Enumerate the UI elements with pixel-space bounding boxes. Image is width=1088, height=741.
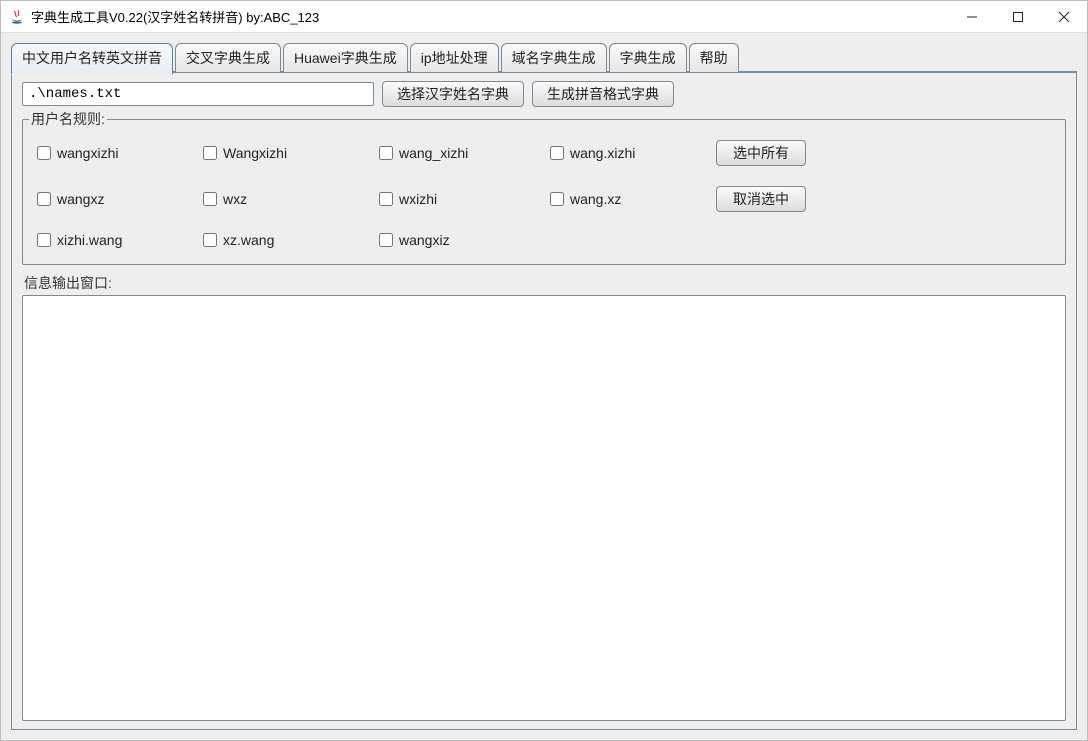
content-area: 中文用户名转英文拼音 交叉字典生成 Huawei字典生成 ip地址处理 域名字典… <box>1 33 1087 740</box>
rule-checkbox[interactable]: wangxiz <box>379 232 544 248</box>
select-all-button[interactable]: 选中所有 <box>716 140 806 166</box>
checkbox-icon[interactable] <box>550 192 564 206</box>
tab-huawei-dict[interactable]: Huawei字典生成 <box>283 43 408 72</box>
rule-checkbox[interactable]: xizhi.wang <box>37 232 197 248</box>
rules-group-label: 用户名规则: <box>29 109 107 129</box>
rule-label: xizhi.wang <box>57 232 122 248</box>
rule-checkbox[interactable]: wangxizhi <box>37 145 197 161</box>
rule-checkbox[interactable]: Wangxizhi <box>203 145 373 161</box>
rules-grid: wangxizhi Wangxizhi wang_xizhi wang.xizh… <box>33 136 1055 254</box>
rule-checkbox[interactable]: wxizhi <box>379 191 544 207</box>
checkbox-icon[interactable] <box>37 233 51 247</box>
minimize-button[interactable] <box>949 1 995 32</box>
choose-dict-button[interactable]: 选择汉字姓名字典 <box>382 81 524 107</box>
rule-label: wang.xz <box>570 191 621 207</box>
rule-label: wang.xizhi <box>570 145 635 161</box>
rule-checkbox[interactable]: wxz <box>203 191 373 207</box>
tab-domain-dict[interactable]: 域名字典生成 <box>501 43 607 72</box>
rule-label: wangxiz <box>399 232 450 248</box>
checkbox-icon[interactable] <box>203 146 217 160</box>
output-label: 信息输出窗口: <box>24 273 1066 293</box>
java-icon <box>9 9 25 25</box>
tab-cross-dict[interactable]: 交叉字典生成 <box>175 43 281 72</box>
path-input[interactable] <box>22 82 374 106</box>
maximize-button[interactable] <box>995 1 1041 32</box>
checkbox-icon[interactable] <box>379 192 393 206</box>
rule-checkbox[interactable]: wang.xz <box>550 191 710 207</box>
rule-checkbox[interactable]: wang_xizhi <box>379 145 544 161</box>
tab-body: 选择汉字姓名字典 生成拼音格式字典 用户名规则: wangxizhi Wangx… <box>11 73 1077 730</box>
checkbox-icon[interactable] <box>203 192 217 206</box>
rule-label: wang_xizhi <box>399 145 468 161</box>
rule-checkbox[interactable]: wangxz <box>37 191 197 207</box>
close-button[interactable] <box>1041 1 1087 32</box>
rules-group: 用户名规则: wangxizhi Wangxizhi wang_xizhi wa… <box>22 119 1066 265</box>
tab-ip[interactable]: ip地址处理 <box>410 43 499 72</box>
tab-dict[interactable]: 字典生成 <box>609 43 687 72</box>
checkbox-icon[interactable] <box>37 192 51 206</box>
checkbox-icon[interactable] <box>203 233 217 247</box>
tab-pinyin[interactable]: 中文用户名转英文拼音 <box>11 43 173 75</box>
rule-label: wangxz <box>57 191 104 207</box>
rule-label: Wangxizhi <box>223 145 287 161</box>
rule-label: wangxizhi <box>57 145 118 161</box>
window-controls <box>949 1 1087 32</box>
tabstrip: 中文用户名转英文拼音 交叉字典生成 Huawei字典生成 ip地址处理 域名字典… <box>11 41 1077 73</box>
rule-label: wxizhi <box>399 191 437 207</box>
generate-pinyin-button[interactable]: 生成拼音格式字典 <box>532 81 674 107</box>
top-row: 选择汉字姓名字典 生成拼音格式字典 <box>22 81 1066 107</box>
checkbox-icon[interactable] <box>37 146 51 160</box>
window-title: 字典生成工具V0.22(汉字姓名转拼音) by:ABC_123 <box>31 7 949 26</box>
checkbox-icon[interactable] <box>379 233 393 247</box>
rule-checkbox[interactable]: xz.wang <box>203 232 373 248</box>
app-window: 字典生成工具V0.22(汉字姓名转拼音) by:ABC_123 中文用户名转英文… <box>0 0 1088 741</box>
deselect-all-button[interactable]: 取消选中 <box>716 186 806 212</box>
tab-help[interactable]: 帮助 <box>689 43 739 72</box>
rule-label: xz.wang <box>223 232 274 248</box>
rule-label: wxz <box>223 191 247 207</box>
rule-checkbox[interactable]: wang.xizhi <box>550 145 710 161</box>
titlebar: 字典生成工具V0.22(汉字姓名转拼音) by:ABC_123 <box>1 1 1087 33</box>
output-box[interactable] <box>22 295 1066 721</box>
checkbox-icon[interactable] <box>379 146 393 160</box>
checkbox-icon[interactable] <box>550 146 564 160</box>
